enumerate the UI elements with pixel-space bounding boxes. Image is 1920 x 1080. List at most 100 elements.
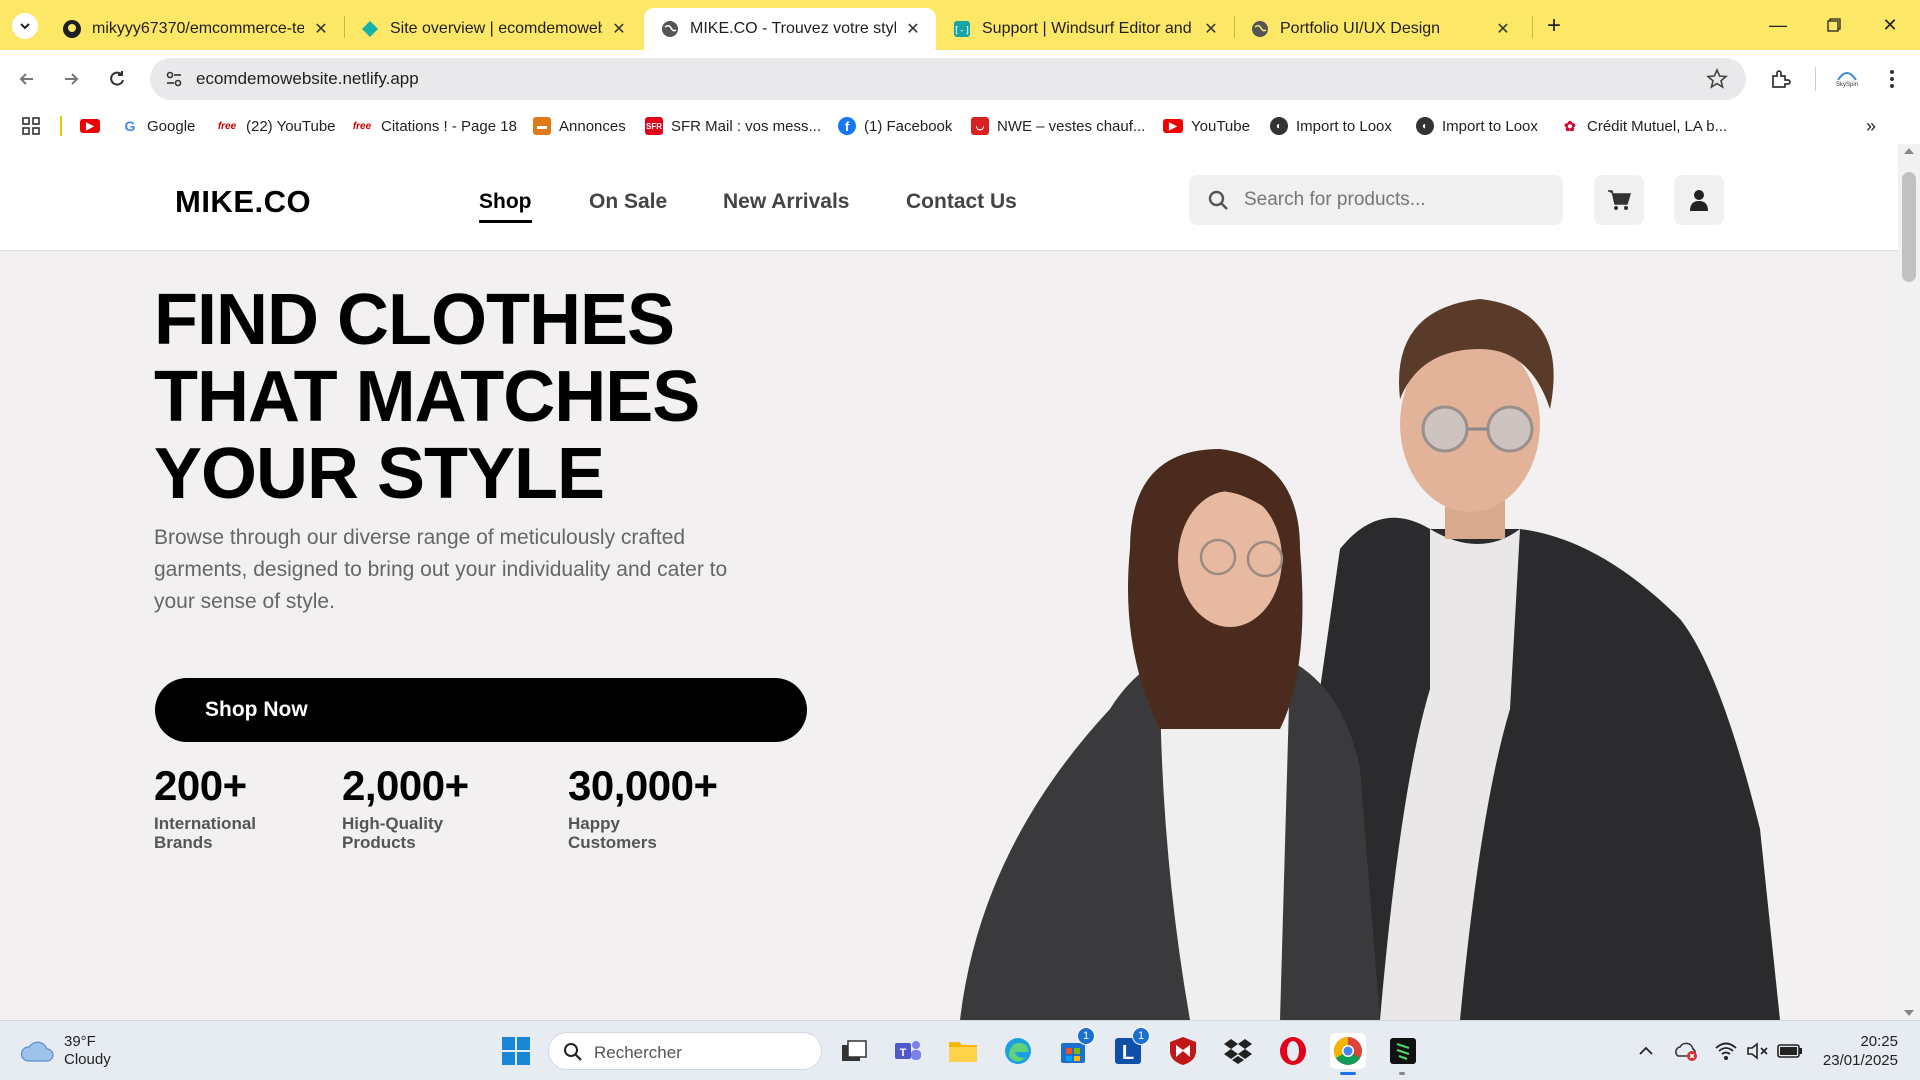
- store-app[interactable]: 1: [1055, 1027, 1095, 1069]
- nav-on-sale[interactable]: On Sale: [589, 190, 667, 214]
- svg-text:L: L: [1122, 1042, 1134, 1064]
- apps-button[interactable]: [22, 113, 40, 139]
- nav-shop[interactable]: Shop: [479, 190, 532, 223]
- tab-title: mikyyy67370/emcommerce-ter: [92, 20, 304, 37]
- tab-mikeco[interactable]: MIKE.CO - Trouvez votre style ✕: [644, 8, 936, 50]
- tab-netlify[interactable]: Site overview | ecomdemowebs ✕: [344, 8, 642, 50]
- stat-label: Products: [342, 833, 416, 852]
- bookmark-citations[interactable]: free Citations ! - Page 18: [351, 113, 517, 139]
- url-text[interactable]: ecomdemowebsite.netlify.app: [196, 69, 419, 89]
- nav-new-arrivals[interactable]: New Arrivals: [723, 190, 849, 214]
- wifi-status[interactable]: [1708, 1033, 1744, 1069]
- bookmark-google[interactable]: G Google: [121, 113, 195, 139]
- bookmark-youtube-2[interactable]: ▶ YouTube: [1163, 113, 1250, 139]
- bookmark-label: (22) YouTube: [246, 117, 336, 135]
- new-tab-button[interactable]: +: [1540, 12, 1568, 39]
- weather-widget[interactable]: 39°F Cloudy: [20, 1033, 111, 1069]
- scroll-down-icon[interactable]: [1904, 1010, 1914, 1016]
- page-scrollbar[interactable]: [1898, 144, 1920, 1020]
- stat-label: High-Quality: [342, 814, 444, 833]
- chrome-icon: [1334, 1037, 1362, 1065]
- profile-button[interactable]: SkySpin: [1830, 64, 1864, 94]
- bookmark-youtube[interactable]: ▶: [80, 113, 108, 139]
- youtube-icon: ▶: [80, 119, 100, 133]
- nav-contact-us[interactable]: Contact Us: [906, 190, 1017, 214]
- edge-app[interactable]: [1000, 1033, 1036, 1069]
- address-bar[interactable]: ecomdemowebsite.netlify.app: [150, 58, 1746, 100]
- close-icon[interactable]: ✕: [608, 18, 630, 40]
- search-icon: [564, 1043, 582, 1061]
- web-page: MIKE.CO Shop On Sale New Arrivals Contac…: [0, 144, 1898, 1020]
- close-window-button[interactable]: ✕: [1862, 0, 1918, 50]
- windsurf-icon: [1390, 1038, 1416, 1064]
- product-search-input[interactable]: Search for products...: [1189, 175, 1563, 225]
- site-settings-icon[interactable]: [164, 69, 184, 89]
- bookmark-facebook[interactable]: f (1) Facebook: [838, 113, 952, 139]
- bookmark-loox-2[interactable]: ◐ Import to Loox: [1416, 113, 1538, 139]
- minimize-button[interactable]: —: [1750, 0, 1806, 50]
- forward-button[interactable]: [56, 64, 86, 94]
- chrome-app[interactable]: [1330, 1033, 1366, 1075]
- site-logo[interactable]: MIKE.CO: [175, 184, 311, 220]
- scroll-up-icon[interactable]: [1904, 148, 1914, 154]
- close-icon[interactable]: ✕: [310, 18, 332, 40]
- bookmark-label: YouTube: [1191, 117, 1250, 135]
- task-view-button[interactable]: [836, 1033, 872, 1069]
- file-explorer-app[interactable]: [945, 1033, 981, 1069]
- weather-desc: Cloudy: [64, 1051, 111, 1068]
- credit-mutuel-icon: ✿: [1561, 117, 1579, 135]
- more-bookmarks-button[interactable]: »: [1866, 113, 1876, 139]
- bookmark-loox-1[interactable]: ◐ Import to Loox: [1270, 113, 1392, 139]
- arrow-left-icon: [19, 73, 33, 85]
- taskbar-search[interactable]: Rechercher: [548, 1032, 822, 1070]
- bookmark-youtube-22[interactable]: free (22) YouTube: [216, 113, 336, 139]
- opera-app[interactable]: [1275, 1033, 1311, 1069]
- tab-windsurf[interactable]: [-] Support | Windsurf Editor and C ✕: [936, 8, 1234, 50]
- bookmark-annonces[interactable]: ▬ Annonces: [533, 113, 626, 139]
- reload-icon: [110, 71, 124, 86]
- windsurf-app[interactable]: [1385, 1033, 1421, 1075]
- tab-title: MIKE.CO - Trouvez votre style: [690, 20, 896, 37]
- back-button[interactable]: [12, 64, 42, 94]
- facebook-icon: f: [838, 117, 856, 135]
- bookmark-nwe[interactable]: ◡ NWE – vestes chauf...: [971, 113, 1145, 139]
- volume-status[interactable]: [1740, 1033, 1776, 1069]
- windsurf-icon: [-]: [952, 19, 972, 39]
- dropbox-app[interactable]: [1220, 1033, 1256, 1069]
- scrollbar-thumb[interactable]: [1902, 172, 1916, 282]
- user-icon: [1690, 190, 1708, 211]
- tab-title: Portfolio UI/UX Design: [1280, 20, 1441, 37]
- close-icon[interactable]: ✕: [1200, 18, 1222, 40]
- bookmark-credit-mutuel[interactable]: ✿ Crédit Mutuel, LA b...: [1561, 113, 1727, 139]
- onedrive-status[interactable]: [1668, 1033, 1704, 1069]
- clock[interactable]: 20:25 23/01/2025: [1812, 1032, 1898, 1070]
- l-app[interactable]: L 1: [1110, 1027, 1150, 1069]
- reload-button[interactable]: [102, 64, 132, 94]
- svg-text:[-]: [-]: [954, 26, 970, 36]
- extensions-button[interactable]: [1765, 64, 1795, 94]
- hero-title: FIND CLOTHES THAT MATCHES YOUR STYLE: [154, 280, 700, 513]
- tab-portfolio[interactable]: Portfolio UI/UX Design ✕: [1234, 8, 1526, 50]
- mcafee-shield-icon: [1170, 1037, 1196, 1065]
- cart-button[interactable]: [1594, 175, 1644, 225]
- close-icon[interactable]: ✕: [1492, 18, 1514, 40]
- tab-search-button[interactable]: [12, 13, 38, 39]
- shop-now-button[interactable]: Shop Now: [155, 678, 807, 742]
- close-icon[interactable]: ✕: [902, 18, 924, 40]
- hero-title-line: FIND CLOTHES: [154, 280, 675, 360]
- opera-icon: [1280, 1037, 1306, 1065]
- profile-label: SkySpin: [1835, 82, 1858, 88]
- bookmark-star-icon[interactable]: [1706, 68, 1728, 90]
- mcafee-app[interactable]: [1165, 1033, 1201, 1069]
- battery-status[interactable]: [1772, 1033, 1808, 1069]
- teams-app[interactable]: T: [890, 1033, 926, 1069]
- start-button[interactable]: [498, 1033, 534, 1069]
- restore-button[interactable]: [1806, 0, 1862, 50]
- account-button[interactable]: [1674, 175, 1724, 225]
- bookmark-label: Annonces: [559, 117, 626, 135]
- bookmark-label: Citations ! - Page 18: [381, 117, 517, 135]
- tab-github[interactable]: mikyyy67370/emcommerce-ter ✕: [46, 8, 344, 50]
- menu-button[interactable]: [1877, 64, 1907, 94]
- bookmark-sfr[interactable]: SFR SFR Mail : vos mess...: [645, 113, 821, 139]
- show-hidden-icons-button[interactable]: [1628, 1033, 1664, 1069]
